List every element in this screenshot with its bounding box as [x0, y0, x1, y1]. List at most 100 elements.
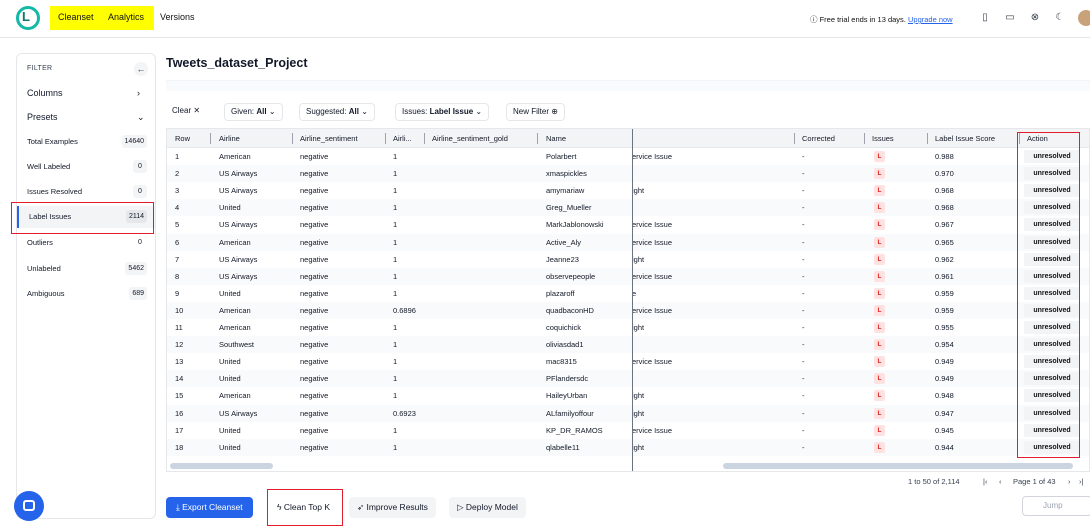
action-status[interactable]: unresolved — [1024, 321, 1080, 334]
table-row[interactable]: 10 American negative 0.6896 quadbaconHD ervic… — [167, 301, 1089, 319]
cell-score: 0.949 — [935, 374, 954, 384]
table-row[interactable]: 9 United negative 1 plazaroff e -0.959 Lunresol… — [167, 285, 1089, 302]
col-row[interactable]: Row — [175, 134, 190, 143]
cell-sentiment: negative — [300, 288, 329, 298]
col-label-issue-score[interactable]: Label Issue Score — [935, 134, 995, 143]
presets-section[interactable]: Presets — [27, 112, 58, 122]
cleanlab-logo[interactable]: L — [16, 6, 40, 30]
scrollbar-right[interactable] — [723, 463, 1073, 469]
cell-corrected: - — [802, 391, 805, 401]
table-row[interactable]: 6 American negative 1 Active_Aly ervice Issue… — [167, 233, 1089, 251]
support-icon[interactable]: ⊗ — [1029, 12, 1041, 24]
table-row[interactable]: 1 American negative 1 Polarbert ervice Issue -… — [167, 148, 1089, 165]
clear-filters-button[interactable]: Clear ✕ — [166, 103, 207, 121]
table-row[interactable]: 12 Southwest negative 1 oliviasdad1 - 0.954 Lun… — [167, 336, 1089, 354]
table-row[interactable]: 17 United negative 1 KP_DR_RAMOS ervice Issue… — [167, 422, 1089, 439]
col-airline[interactable]: Airline — [219, 134, 240, 143]
nav-cleanset[interactable]: Cleanset — [58, 12, 94, 22]
last-page-icon[interactable]: ›| — [1079, 477, 1083, 486]
action-status[interactable]: unresolved — [1024, 167, 1080, 181]
cell-confidence: 0.6923 — [393, 408, 416, 418]
col-airline-sentiment-gold[interactable]: Airline_sentiment_gold — [432, 134, 508, 143]
col-separator — [424, 133, 425, 144]
cell-row: 6 — [175, 237, 180, 247]
cell-confidence: 1 — [393, 254, 398, 264]
chat-support-button[interactable] — [14, 491, 44, 521]
col-action[interactable]: Action — [1027, 134, 1048, 143]
improve-results-button[interactable]: ➶ Improve Results — [349, 497, 436, 518]
suggested-filter[interactable]: Suggested: All ⌄ — [299, 103, 375, 121]
jump-input[interactable]: Jump — [1022, 496, 1090, 516]
collapse-sidebar-icon[interactable]: ← — [134, 62, 148, 76]
col-separator — [210, 133, 211, 144]
table-row[interactable]: 18 United negative 1 qlabelle11 ight - 0.944 Lun… — [167, 438, 1089, 456]
table-row[interactable]: 15 American negative 1 HaileyUrban ight - 0.948… — [167, 387, 1089, 404]
cell-name: xmaspickles — [546, 169, 587, 179]
given-filter[interactable]: Given: All ⌄ — [224, 103, 283, 121]
preset-unlabeled[interactable]: Unlabeled 5462 — [17, 258, 155, 280]
deploy-model-button[interactable]: ▷ Deploy Model — [449, 497, 526, 518]
table-row[interactable]: 3 US Airways negative 1 amymariaw ight - 0.968 L… — [167, 182, 1089, 199]
col-airline-sentiment[interactable]: Airline_sentiment — [300, 134, 358, 143]
table-row[interactable]: 11 American negative 1 coquichick ight - 0.955 L… — [167, 319, 1089, 336]
action-status[interactable]: unresolved — [1024, 355, 1080, 369]
col-issues[interactable]: Issues — [872, 134, 894, 143]
cell-negative-reason: ight — [632, 254, 645, 264]
table-row[interactable]: 13 United negative 1 mac8315 ervice Issue - 0.9… — [167, 353, 1089, 370]
cell-score: 0.962 — [935, 254, 954, 264]
table-row[interactable]: 7 US Airways negative 1 Jeanne23 ight - 0.962 Lu… — [167, 251, 1089, 268]
action-status[interactable]: unresolved — [1024, 303, 1080, 317]
nav-versions[interactable]: Versions — [160, 12, 195, 22]
action-status[interactable]: unresolved — [1024, 423, 1080, 437]
book-icon[interactable]: ▯ — [979, 12, 991, 24]
document-icon[interactable]: ▭ — [1004, 12, 1016, 24]
action-status[interactable]: unresolved — [1024, 406, 1080, 420]
action-status[interactable]: unresolved — [1024, 184, 1080, 198]
action-status[interactable]: unresolved — [1024, 218, 1080, 232]
cell-corrected: - — [802, 254, 805, 264]
scrollbar-left[interactable] — [170, 463, 273, 469]
col-corrected[interactable]: Corrected — [802, 134, 835, 143]
action-status[interactable]: unresolved — [1024, 372, 1080, 386]
cell-confidence: 1 — [393, 425, 398, 435]
nav-analytics[interactable]: Analytics — [108, 12, 144, 22]
action-status[interactable]: unresolved — [1024, 338, 1080, 352]
issues-filter[interactable]: Issues: Label Issue ⌄ — [395, 103, 490, 121]
prev-page-icon[interactable]: ‹ — [999, 477, 1002, 486]
preset-total-examples[interactable]: Total Examples 14640 — [17, 131, 155, 153]
clean-top-k-button[interactable]: ϟ Clean Top K — [269, 497, 339, 518]
preset-outliers[interactable]: Outliers 0 — [17, 232, 155, 254]
columns-section[interactable]: Columns — [27, 88, 63, 98]
new-filter-button[interactable]: New Filter ⊕ — [506, 103, 565, 121]
preset-well-labeled[interactable]: Well Labeled 0 — [17, 156, 155, 178]
action-status[interactable]: unresolved — [1024, 440, 1080, 454]
action-status[interactable]: unresolved — [1024, 269, 1080, 283]
preset-ambiguous[interactable]: Ambiguous 689 — [17, 283, 155, 305]
next-page-icon[interactable]: › — [1068, 477, 1071, 486]
cell-airline: Southwest — [219, 340, 255, 350]
first-page-icon[interactable]: |‹ — [983, 477, 987, 486]
action-status[interactable]: unresolved — [1024, 235, 1080, 249]
action-status[interactable]: unresolved — [1024, 201, 1080, 215]
table-row[interactable]: 14 United negative 1 PFlandersdc - 0.949 Lunres… — [167, 370, 1089, 388]
col-name[interactable]: Name — [546, 134, 566, 143]
chevron-down-icon[interactable]: ⌄ — [137, 112, 145, 123]
upgrade-link[interactable]: Upgrade now — [908, 15, 953, 24]
action-status[interactable]: unresolved — [1024, 286, 1080, 300]
preset-label-issues[interactable]: Label Issues 2114 — [17, 206, 155, 228]
table-row[interactable]: 16 US Airways negative 0.6923 ALfamilyoffour… — [167, 404, 1089, 422]
avatar[interactable] — [1078, 10, 1090, 26]
preset-issues-resolved[interactable]: Issues Resolved 0 — [17, 181, 155, 203]
action-status[interactable]: unresolved — [1024, 150, 1080, 163]
chevron-right-icon[interactable]: › — [137, 88, 140, 98]
col-airline-confidence[interactable]: Airli... — [393, 134, 412, 143]
export-cleanset-button[interactable]: ⤓ Export Cleanset — [166, 497, 253, 518]
table-row[interactable]: 8 US Airways negative 1 observepeople ervice … — [167, 267, 1089, 285]
table-row[interactable]: 2 US Airways negative 1 xmaspickles - 0.970 Lun… — [167, 165, 1089, 183]
table-row[interactable]: 4 United negative 1 Greg_Mueller - 0.968 Lunres… — [167, 199, 1089, 217]
action-status[interactable]: unresolved — [1024, 252, 1080, 266]
dark-mode-icon[interactable]: ☾ — [1054, 12, 1066, 24]
cell-corrected: - — [802, 271, 805, 281]
action-status[interactable]: unresolved — [1024, 389, 1080, 403]
table-row[interactable]: 5 US Airways negative 1 MarkJablonowski ervic… — [167, 216, 1089, 233]
